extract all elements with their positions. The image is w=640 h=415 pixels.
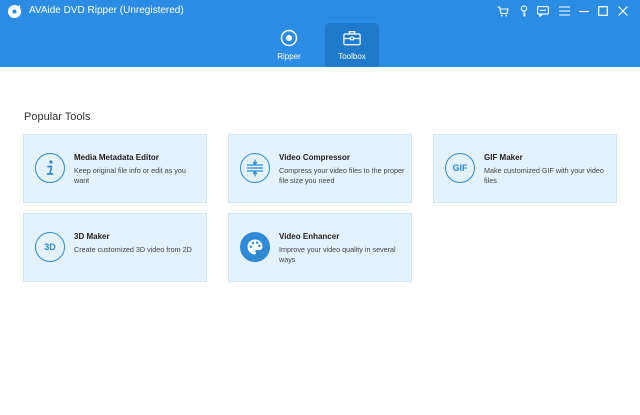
tool-card-3d-maker[interactable]: 3D 3D Maker Create customized 3D video f… xyxy=(23,213,207,282)
key-icon[interactable] xyxy=(516,4,532,18)
tool-name: GIF Maker xyxy=(484,153,523,162)
gif-icon: GIF xyxy=(445,153,475,183)
palette-icon xyxy=(240,232,270,262)
tab-toolbox-label: Toolbox xyxy=(338,52,366,61)
minimize-icon[interactable] xyxy=(576,4,592,18)
tool-description: Compress your video files to the proper … xyxy=(279,166,405,185)
tool-name: Video Compressor xyxy=(279,153,350,162)
gif-icon-text: GIF xyxy=(452,163,468,173)
chat-icon[interactable] xyxy=(535,4,551,18)
tool-card-video-enhancer[interactable]: Video Enhancer Improve your video qualit… xyxy=(228,213,412,282)
tab-ripper[interactable]: Ripper xyxy=(262,23,316,67)
tool-card-video-compressor[interactable]: Video Compressor Compress your video fil… xyxy=(228,134,412,203)
tab-toolbox[interactable]: Toolbox xyxy=(325,23,379,67)
tool-description: Keep original file info or edit as you w… xyxy=(74,166,186,185)
app-header: AVAide DVD Ripper (Unregistered) Ripper xyxy=(0,0,640,67)
section-title: Popular Tools xyxy=(24,111,91,123)
tool-card-media-metadata-editor[interactable]: Media Metadata Editor Keep original file… xyxy=(23,134,207,203)
maximize-icon[interactable] xyxy=(595,4,611,18)
title-bar: AVAide DVD Ripper (Unregistered) xyxy=(0,0,640,22)
ripper-icon xyxy=(280,29,298,47)
tool-description: Create customized 3D video from 2D xyxy=(74,245,192,254)
app-title: AVAide DVD Ripper (Unregistered) xyxy=(29,5,184,16)
tab-ripper-label: Ripper xyxy=(277,52,301,61)
tool-description: Improve your video quality in several wa… xyxy=(279,245,396,264)
info-icon xyxy=(35,153,65,183)
toolbox-icon xyxy=(343,29,361,47)
tool-description: Make customized GIF with your video file… xyxy=(484,166,604,185)
tool-name: Video Enhancer xyxy=(279,232,340,241)
menu-icon[interactable] xyxy=(556,4,572,18)
compress-icon xyxy=(240,153,270,183)
app-logo-icon xyxy=(7,4,22,19)
tool-card-gif-maker[interactable]: GIF GIF Maker Make customized GIF with y… xyxy=(433,134,617,203)
tool-name: Media Metadata Editor xyxy=(74,153,159,162)
3d-icon-text: 3D xyxy=(44,242,56,252)
3d-icon: 3D xyxy=(35,232,65,262)
tool-name: 3D Maker xyxy=(74,232,110,241)
close-icon[interactable] xyxy=(615,4,631,18)
cart-icon[interactable] xyxy=(495,4,511,18)
